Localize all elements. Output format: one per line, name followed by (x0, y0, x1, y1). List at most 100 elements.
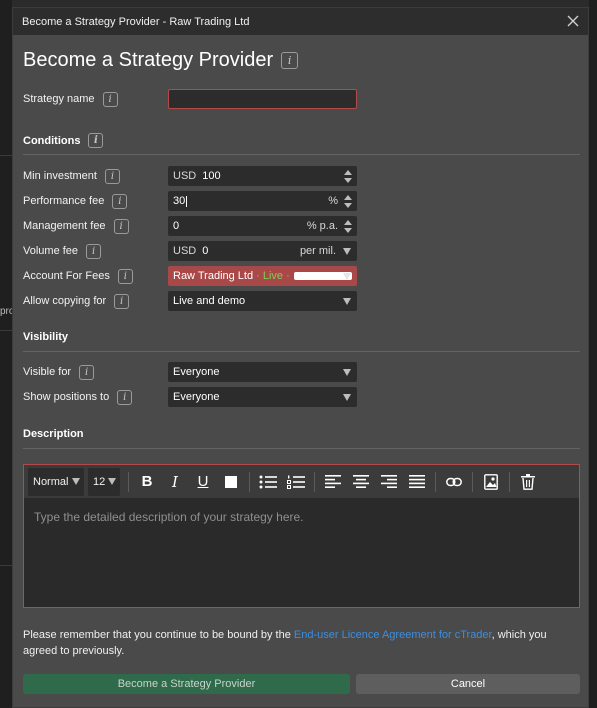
chevron-down-icon[interactable] (343, 394, 351, 401)
info-icon[interactable]: i (113, 218, 129, 234)
info-icon[interactable]: i (79, 364, 95, 380)
show-positions-value: Everyone (173, 391, 220, 403)
performance-fee-row: Performance fee i 30 % (23, 191, 580, 211)
allow-copying-row: Allow copying for i Live and demo (23, 291, 580, 311)
info-icon[interactable]: i (114, 293, 130, 309)
allow-copying-label-text: Allow copying for (23, 295, 107, 307)
toolbar-separator (128, 471, 129, 492)
color-swatch-icon (225, 475, 237, 488)
chevron-down-icon[interactable] (72, 477, 80, 485)
visible-for-row: Visible for i Everyone (23, 362, 580, 382)
align-left-button[interactable] (319, 468, 347, 496)
account-for-fees-row: Account For Fees i Raw Trading Ltd · Liv… (23, 266, 580, 286)
background-app-left (0, 0, 12, 708)
description-textarea[interactable]: Type the detailed description of your st… (24, 499, 579, 535)
dialog-heading: Become a Strategy Provider i (23, 49, 299, 72)
show-positions-label-text: Show positions to (23, 391, 110, 403)
min-investment-label-text: Min investment (23, 170, 97, 182)
bullet-list-button[interactable] (254, 468, 282, 496)
chevron-down-icon[interactable] (108, 477, 116, 485)
clear-button[interactable] (514, 468, 542, 496)
insert-image-button[interactable] (477, 468, 505, 496)
become-provider-button[interactable]: Become a Strategy Provider (23, 674, 350, 694)
eula-link[interactable]: End-user Licence Agreement for cTrader (294, 629, 492, 641)
align-center-icon (353, 475, 369, 488)
info-icon[interactable]: i (281, 52, 299, 69)
strategy-name-row: Strategy name i (23, 89, 580, 109)
background-divider (0, 155, 12, 156)
account-type-live: · Live · (256, 270, 290, 282)
toolbar-separator (435, 471, 436, 492)
info-icon[interactable]: i (104, 168, 120, 184)
management-fee-label: Management fee i (23, 218, 129, 234)
volume-fee-label: Volume fee i (23, 243, 102, 259)
align-justify-button[interactable] (403, 468, 431, 496)
chevron-down-icon[interactable] (343, 298, 351, 305)
show-positions-select[interactable]: Everyone (168, 387, 357, 407)
section-divider (23, 351, 580, 352)
spinner-arrows-icon[interactable] (344, 220, 352, 233)
font-style-select[interactable]: Normal (28, 467, 84, 496)
bold-button[interactable]: B (133, 468, 161, 496)
chevron-down-icon[interactable] (343, 248, 351, 255)
account-for-fees-label: Account For Fees i (23, 268, 133, 284)
section-divider (23, 448, 580, 449)
spinner-arrows-icon[interactable] (344, 170, 352, 183)
text-color-button[interactable] (217, 468, 245, 496)
chevron-down-icon[interactable] (343, 369, 351, 376)
font-style-value: Normal (33, 475, 69, 488)
strategy-name-label: Strategy name i (23, 91, 118, 107)
volume-fee-row: Volume fee i USD 0 per mil. (23, 241, 580, 261)
min-investment-label: Min investment i (23, 168, 120, 184)
account-for-fees-select[interactable]: Raw Trading Ltd · Live · (168, 266, 357, 286)
close-icon[interactable] (566, 14, 580, 28)
underline-button[interactable]: U (189, 468, 217, 496)
info-icon[interactable]: i (102, 91, 118, 107)
description-editor: Normal 12 B I U Type the detailed descri… (23, 464, 580, 608)
visible-for-label: Visible for i (23, 364, 95, 380)
info-icon[interactable]: i (112, 193, 128, 209)
link-icon (446, 477, 462, 486)
trash-icon (521, 473, 535, 490)
performance-fee-input[interactable]: 30 % (168, 191, 357, 211)
italic-button[interactable]: I (161, 468, 189, 496)
performance-fee-label: Performance fee i (23, 193, 128, 209)
info-icon[interactable]: i (117, 389, 133, 405)
management-fee-input[interactable]: 0 % p.a. (168, 216, 357, 236)
currency-prefix: USD (173, 245, 197, 257)
volume-fee-select[interactable]: USD 0 per mil. (168, 241, 357, 261)
insert-link-button[interactable] (440, 468, 468, 496)
chevron-down-icon[interactable] (343, 273, 351, 280)
performance-fee-value: 30 (173, 195, 186, 207)
strategy-name-input[interactable] (168, 89, 357, 109)
visible-for-select[interactable]: Everyone (168, 362, 357, 382)
strategy-provider-dialog: Become a Strategy Provider - Raw Trading… (12, 7, 589, 708)
management-fee-value: 0 (173, 220, 180, 232)
info-icon[interactable]: i (88, 133, 104, 148)
strategy-name-label-text: Strategy name (23, 93, 95, 105)
align-center-button[interactable] (347, 468, 375, 496)
account-for-fees-label-text: Account For Fees (23, 270, 110, 282)
account-type-text: Live · (262, 270, 290, 282)
currency-prefix: USD (173, 170, 197, 182)
spinner-arrows-icon[interactable] (344, 195, 352, 208)
min-investment-input[interactable]: USD 100 (168, 166, 357, 186)
min-investment-value: 100 (202, 170, 221, 182)
allow-copying-select[interactable]: Live and demo (168, 291, 357, 311)
licence-notice: Please remember that you continue to be … (23, 627, 563, 659)
info-icon[interactable]: i (86, 243, 102, 259)
align-left-icon (325, 475, 341, 488)
dialog-heading-text: Become a Strategy Provider (23, 49, 274, 71)
dialog-titlebar: Become a Strategy Provider - Raw Trading… (13, 8, 588, 35)
numbered-list-button[interactable] (282, 468, 310, 496)
visible-for-value: Everyone (173, 366, 220, 378)
allow-copying-label: Allow copying for i (23, 293, 130, 309)
visibility-title-text: Visibility (23, 331, 69, 343)
background-app-right (589, 0, 597, 708)
toolbar-separator (249, 471, 250, 492)
text-cursor (186, 195, 188, 207)
font-size-select[interactable]: 12 (88, 467, 120, 496)
cancel-button[interactable]: Cancel (356, 674, 580, 694)
align-right-button[interactable] (375, 468, 403, 496)
info-icon[interactable]: i (117, 268, 133, 284)
